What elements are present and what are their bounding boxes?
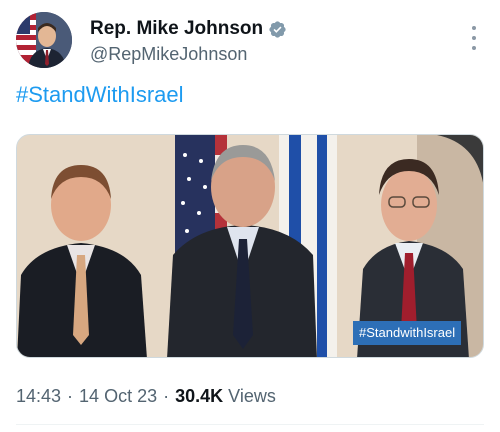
photo-hashtag-overlay: #StandwithIsrael [353, 321, 462, 345]
meta-separator: · [163, 386, 170, 406]
tweet-photo[interactable]: #StandwithIsrael [16, 134, 484, 358]
views-label[interactable]: Views [228, 386, 276, 407]
tweet-time[interactable]: 14:43 [16, 386, 61, 407]
author-handle[interactable]: @RepMikeJohnson [90, 44, 287, 65]
verified-badge-icon [269, 20, 286, 38]
meta-separator: · [67, 386, 74, 406]
tweet-header: Rep. Mike Johnson @RepMikeJohnson [16, 12, 484, 72]
author-avatar[interactable] [16, 12, 72, 68]
more-options-icon[interactable] [470, 26, 478, 50]
tweet-hashtag-link[interactable]: #StandWithIsrael [16, 82, 184, 108]
views-count[interactable]: 30.4K [175, 386, 223, 407]
divider [16, 424, 484, 425]
author-display-name[interactable]: Rep. Mike Johnson [90, 18, 263, 40]
tweet-meta: 14:43 · 14 Oct 23 · 30.4K Views [16, 386, 276, 407]
tweet-date[interactable]: 14 Oct 23 [79, 386, 157, 407]
